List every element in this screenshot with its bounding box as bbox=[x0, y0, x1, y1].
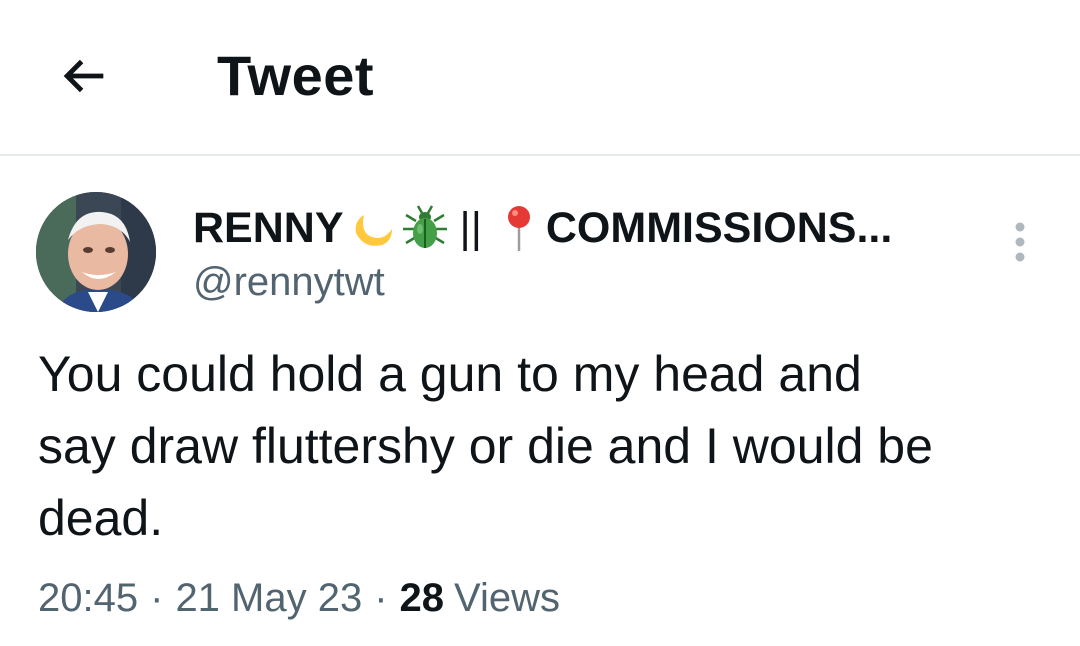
tweet-text-line: You could hold a gun to my head and bbox=[38, 346, 862, 402]
display-name-prefix: RENNY bbox=[193, 203, 344, 252]
tweet-meta: 20:45 · 21 May 23 · 28 Views bbox=[38, 568, 560, 628]
more-vertical-icon bbox=[1015, 222, 1025, 262]
tweet-text-line: dead. bbox=[38, 490, 164, 546]
crescent-moon-icon bbox=[346, 203, 396, 253]
views-count[interactable]: 28 bbox=[400, 576, 445, 621]
beetle-icon bbox=[400, 203, 450, 253]
tweet-text-line: say draw fluttershy or die and I would b… bbox=[38, 418, 933, 474]
top-bar: Tweet bbox=[0, 0, 1080, 156]
author-handle[interactable]: @rennytwt bbox=[193, 256, 385, 308]
tweet-time[interactable]: 20:45 bbox=[38, 576, 138, 621]
display-name-suffix: COMMISSIONS... bbox=[545, 203, 893, 252]
page-title: Tweet bbox=[217, 44, 375, 107]
back-button[interactable] bbox=[52, 44, 116, 108]
meta-separator: · bbox=[150, 575, 164, 620]
more-options-button[interactable] bbox=[998, 214, 1042, 270]
author-display-name[interactable]: RENNY || COMMISSIONS... bbox=[193, 200, 892, 256]
views-label[interactable]: Views bbox=[454, 576, 560, 621]
tweet-page: Tweet RENNY || COMMISSIONS... @rennytwt … bbox=[0, 0, 1080, 646]
avatar[interactable] bbox=[36, 192, 156, 312]
tweet-date[interactable]: 21 May 23 bbox=[175, 576, 362, 621]
name-separator: || bbox=[459, 203, 482, 252]
round-pushpin-icon bbox=[494, 203, 544, 253]
meta-separator: · bbox=[374, 575, 388, 620]
avatar-image bbox=[36, 192, 156, 312]
tweet-text: You could hold a gun to my head and say … bbox=[38, 338, 1048, 554]
arrow-left-icon bbox=[63, 59, 104, 93]
